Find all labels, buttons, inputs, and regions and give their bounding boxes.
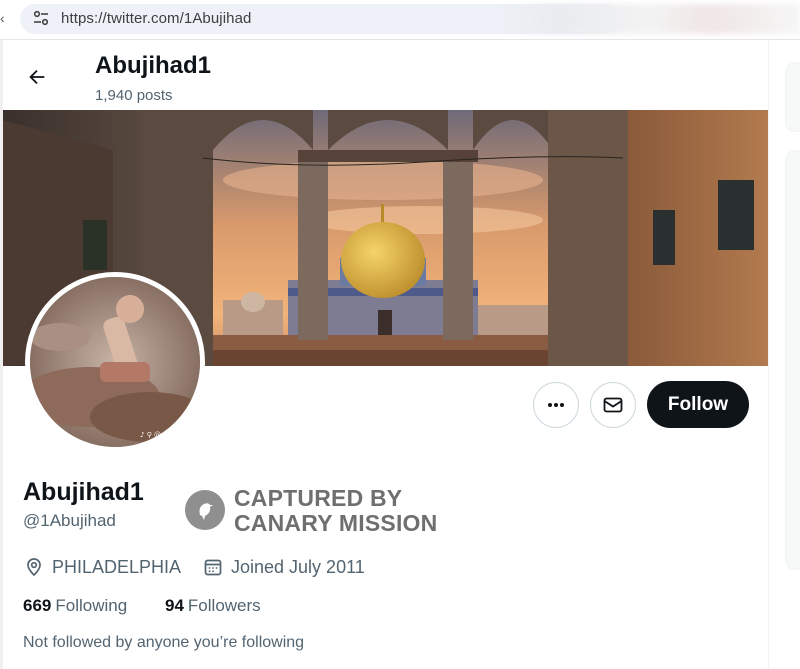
avatar[interactable]: ♪ ⚲ @us bbox=[25, 272, 205, 452]
followed-by-note: Not followed by anyone you’re following bbox=[23, 634, 305, 651]
followers-link[interactable]: 94 Followers bbox=[165, 596, 261, 616]
followers-count: 94 bbox=[165, 596, 184, 615]
profile-join-date: Joined July 2011 bbox=[203, 556, 365, 578]
profile-location: PHILADELPHIA bbox=[24, 556, 181, 578]
location-pin-icon bbox=[27, 558, 41, 577]
watermark-line-2: CANARY MISSION bbox=[234, 510, 438, 536]
arrow-left-icon bbox=[29, 69, 45, 85]
blurred-toolbar-region bbox=[500, 4, 800, 34]
avatar-image: ♪ ⚲ @us bbox=[30, 277, 200, 447]
following-link[interactable]: 669 Following bbox=[23, 596, 127, 616]
display-name: Abujihad1 bbox=[23, 478, 144, 506]
svg-text:♪ ⚲ @us: ♪ ⚲ @us bbox=[140, 431, 169, 439]
following-label: Following bbox=[55, 596, 128, 615]
follow-button[interactable]: Follow bbox=[647, 381, 749, 428]
header-title: Abujihad1 bbox=[95, 52, 212, 79]
post-count: 1,940 posts bbox=[95, 87, 173, 104]
browser-address-bar: ‹ https://twitter.com/1Abujihad bbox=[0, 0, 800, 40]
sidebar-card bbox=[785, 150, 800, 570]
followers-label: Followers bbox=[187, 596, 261, 615]
right-sidebar bbox=[769, 40, 800, 669]
canary-bird-logo bbox=[185, 490, 225, 530]
tune-icon[interactable] bbox=[32, 9, 50, 27]
url-text[interactable]: https://twitter.com/1Abujihad bbox=[61, 10, 252, 27]
more-horizontal-icon bbox=[548, 403, 564, 407]
browser-edge-glyph: ‹ bbox=[0, 10, 5, 26]
sidebar-card bbox=[785, 62, 800, 132]
watermark-line-1: CAPTURED BY bbox=[234, 485, 403, 511]
join-date-text: Joined July 2011 bbox=[231, 556, 365, 577]
user-handle: @1Abujihad bbox=[23, 511, 116, 530]
back-button[interactable] bbox=[20, 60, 54, 94]
watermark-text: CAPTURED BY CANARY MISSION bbox=[234, 486, 437, 536]
message-button[interactable] bbox=[590, 382, 636, 428]
more-button[interactable] bbox=[533, 382, 579, 428]
following-count: 669 bbox=[23, 596, 52, 615]
location-text: PHILADELPHIA bbox=[52, 556, 182, 577]
calendar-icon bbox=[204, 559, 222, 576]
mail-icon bbox=[603, 397, 623, 413]
